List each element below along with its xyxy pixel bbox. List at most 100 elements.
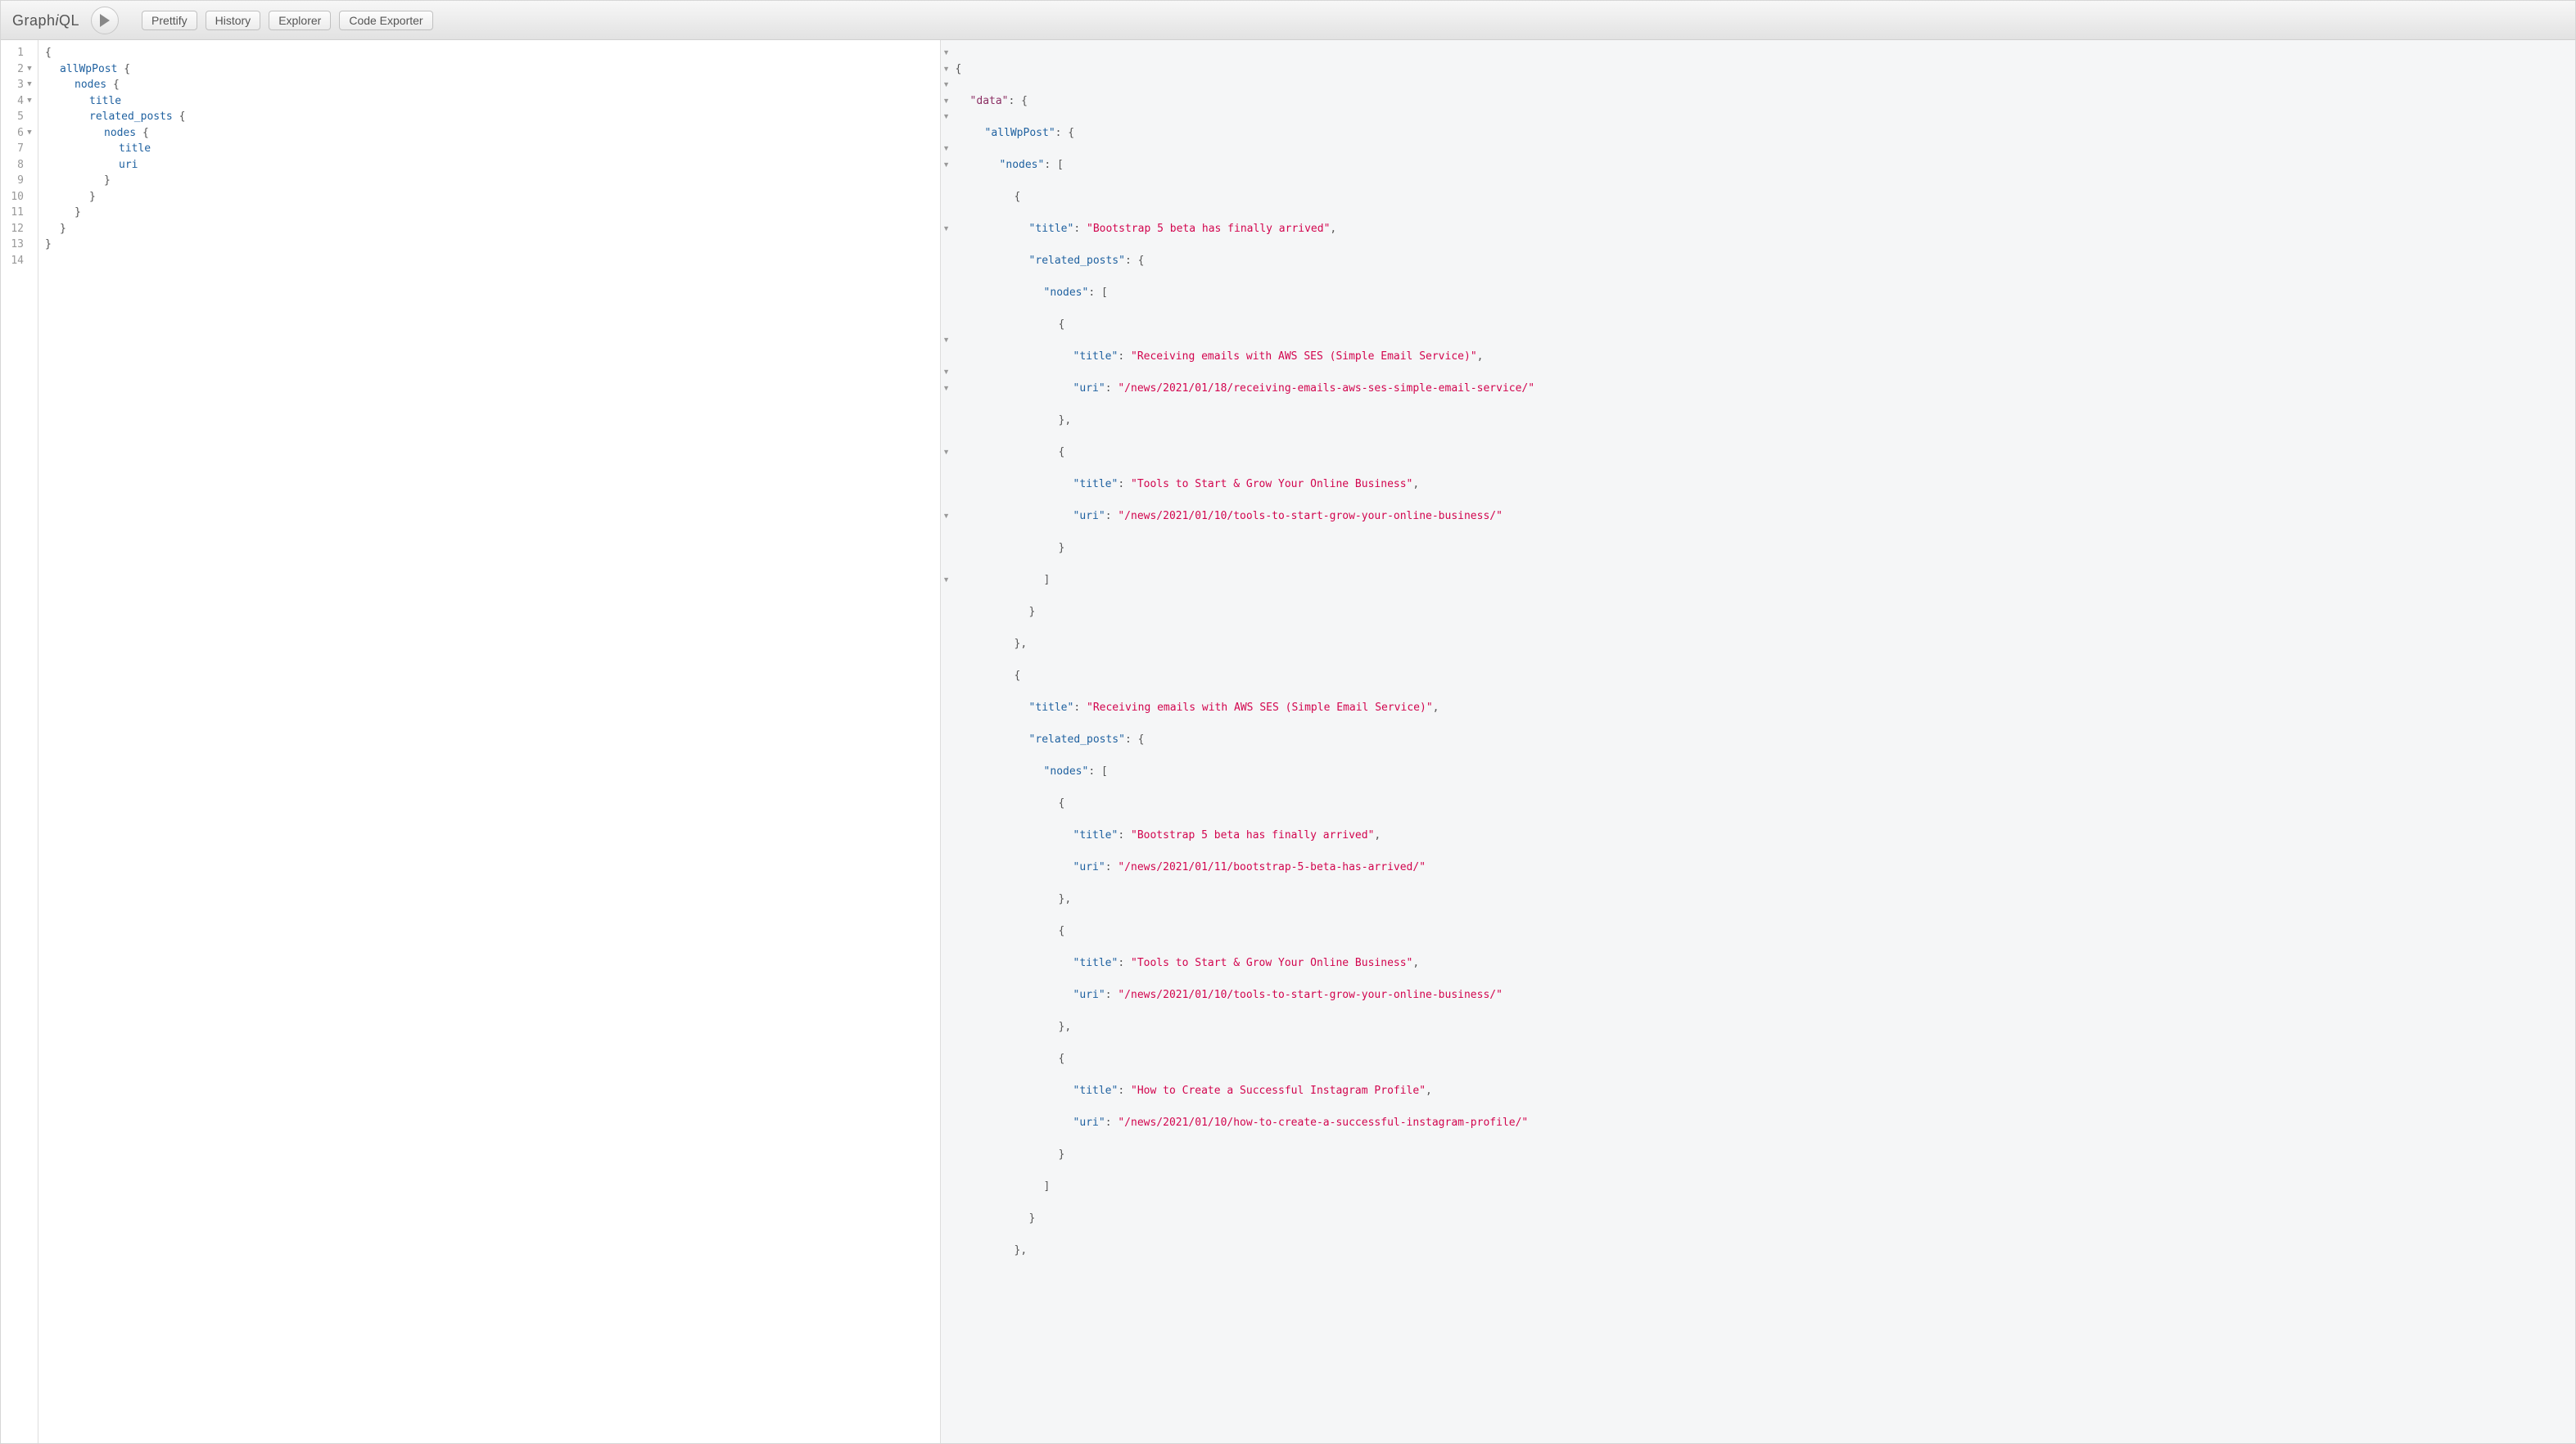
code-exporter-button[interactable]: Code Exporter	[339, 11, 432, 30]
fold-marker	[941, 205, 952, 221]
fold-marker	[941, 476, 952, 493]
history-button[interactable]: History	[206, 11, 261, 30]
rv: "Tools to Start & Grow Your Online Busin…	[1131, 957, 1412, 969]
rk: "title"	[1029, 223, 1074, 235]
editor-area: 12▼3▼4▼56▼7891011121314 { allWpPost { no…	[1, 40, 2575, 1443]
fold-marker	[941, 396, 952, 413]
qfield: nodes	[104, 127, 136, 139]
rv: "How to Create a Successful Instagram Pr…	[1131, 1085, 1426, 1097]
line-number-gutter: 12▼3▼4▼56▼7891011121314	[1, 40, 38, 1443]
fold-marker	[941, 652, 952, 668]
fold-marker	[941, 317, 952, 333]
rv: "Bootstrap 5 beta has finally arrived"	[1087, 223, 1330, 235]
rk: "nodes"	[1000, 159, 1045, 171]
qfield: related_posts	[89, 111, 173, 123]
brace: }	[89, 191, 96, 203]
rv: "Tools to Start & Grow Your Online Busin…	[1131, 478, 1412, 490]
fold-marker[interactable]: ▼	[941, 508, 952, 525]
fold-marker	[941, 540, 952, 557]
result-code[interactable]: { "data": { "allWpPost": { "nodes": [ { …	[952, 40, 2575, 1443]
rk: "nodes"	[1044, 765, 1089, 778]
line-number: 1	[1, 45, 38, 61]
line-number: 3▼	[1, 77, 38, 93]
fold-marker	[941, 125, 952, 142]
rk: "uri"	[1073, 861, 1105, 873]
rv: "/news/2021/01/18/receiving-emails-aws-s…	[1118, 382, 1534, 395]
fold-marker[interactable]: ▼	[941, 45, 952, 61]
brace: {	[124, 63, 130, 75]
qfield: uri	[119, 159, 138, 171]
query-code[interactable]: { allWpPost { nodes { title related_post…	[38, 40, 940, 1443]
title-part: QL	[59, 12, 79, 29]
fold-marker[interactable]: ▼	[941, 381, 952, 397]
fold-marker	[941, 285, 952, 301]
rk: "uri"	[1073, 382, 1105, 395]
fold-marker	[941, 300, 952, 317]
fold-marker[interactable]: ▼	[941, 77, 952, 93]
line-number: 14	[1, 253, 38, 269]
rk: "title"	[1073, 478, 1119, 490]
rk: "uri"	[1073, 1117, 1105, 1129]
rk: "nodes"	[1044, 287, 1089, 299]
fold-marker	[941, 268, 952, 285]
fold-marker[interactable]: ▼	[941, 444, 952, 461]
fold-marker	[941, 588, 952, 604]
toolbar: GraphiQL Prettify History Explorer Code …	[1, 1, 2575, 40]
fold-marker	[941, 524, 952, 540]
rv: "/news/2021/01/11/bootstrap-5-beta-has-a…	[1118, 861, 1426, 873]
line-number: 13	[1, 237, 38, 253]
line-number: 2▼	[1, 61, 38, 78]
fold-marker[interactable]: ▼	[941, 93, 952, 110]
rk: "uri"	[1073, 989, 1105, 1001]
rv: "/news/2021/01/10/how-to-create-a-succes…	[1118, 1117, 1528, 1129]
toolbar-button-group: Prettify History Explorer Code Exporter	[142, 11, 433, 30]
rk: "title"	[1073, 1085, 1119, 1097]
brace: {	[142, 127, 149, 139]
fold-marker[interactable]: ▼	[941, 61, 952, 78]
rk: "title"	[1073, 350, 1119, 363]
rk: "data"	[970, 95, 1009, 107]
execute-button[interactable]	[91, 7, 119, 34]
brace: {	[113, 79, 120, 91]
fold-marker	[941, 413, 952, 429]
rk: "title"	[1073, 829, 1119, 842]
rk: "title"	[1029, 702, 1074, 714]
fold-marker[interactable]: ▼	[941, 157, 952, 174]
fold-marker[interactable]: ▼	[941, 221, 952, 237]
fold-marker	[941, 556, 952, 572]
brace: }	[104, 174, 111, 187]
rv: "Bootstrap 5 beta has finally arrived"	[1131, 829, 1374, 842]
rk: "title"	[1073, 957, 1119, 969]
fold-marker	[941, 604, 952, 620]
fold-marker[interactable]: ▼	[941, 109, 952, 125]
fold-marker	[941, 620, 952, 636]
line-number: 8	[1, 157, 38, 174]
fold-marker	[941, 636, 952, 652]
qfield: title	[89, 95, 121, 107]
rk: "allWpPost"	[985, 127, 1055, 139]
line-number: 6▼	[1, 125, 38, 142]
line-number: 10	[1, 189, 38, 205]
fold-marker[interactable]: ▼	[941, 141, 952, 157]
fold-marker[interactable]: ▼	[941, 332, 952, 349]
line-number: 9	[1, 173, 38, 189]
fold-marker	[941, 460, 952, 476]
query-editor[interactable]: 12▼3▼4▼56▼7891011121314 { allWpPost { no…	[1, 40, 941, 1443]
fold-marker	[941, 189, 952, 205]
fold-marker	[941, 492, 952, 508]
qfield: allWpPost	[60, 63, 117, 75]
app-title: GraphiQL	[12, 12, 79, 29]
brace: {	[179, 111, 186, 123]
explorer-button[interactable]: Explorer	[269, 11, 331, 30]
fold-marker[interactable]: ▼	[941, 364, 952, 381]
fold-marker	[941, 349, 952, 365]
play-icon	[99, 14, 111, 27]
prettify-button[interactable]: Prettify	[142, 11, 197, 30]
rk: "uri"	[1073, 510, 1105, 522]
fold-marker	[941, 428, 952, 444]
qfield: title	[119, 142, 151, 155]
rv: "/news/2021/01/10/tools-to-start-grow-yo…	[1118, 510, 1503, 522]
line-number: 5	[1, 109, 38, 125]
fold-marker[interactable]: ▼	[941, 572, 952, 589]
line-number: 7	[1, 141, 38, 157]
